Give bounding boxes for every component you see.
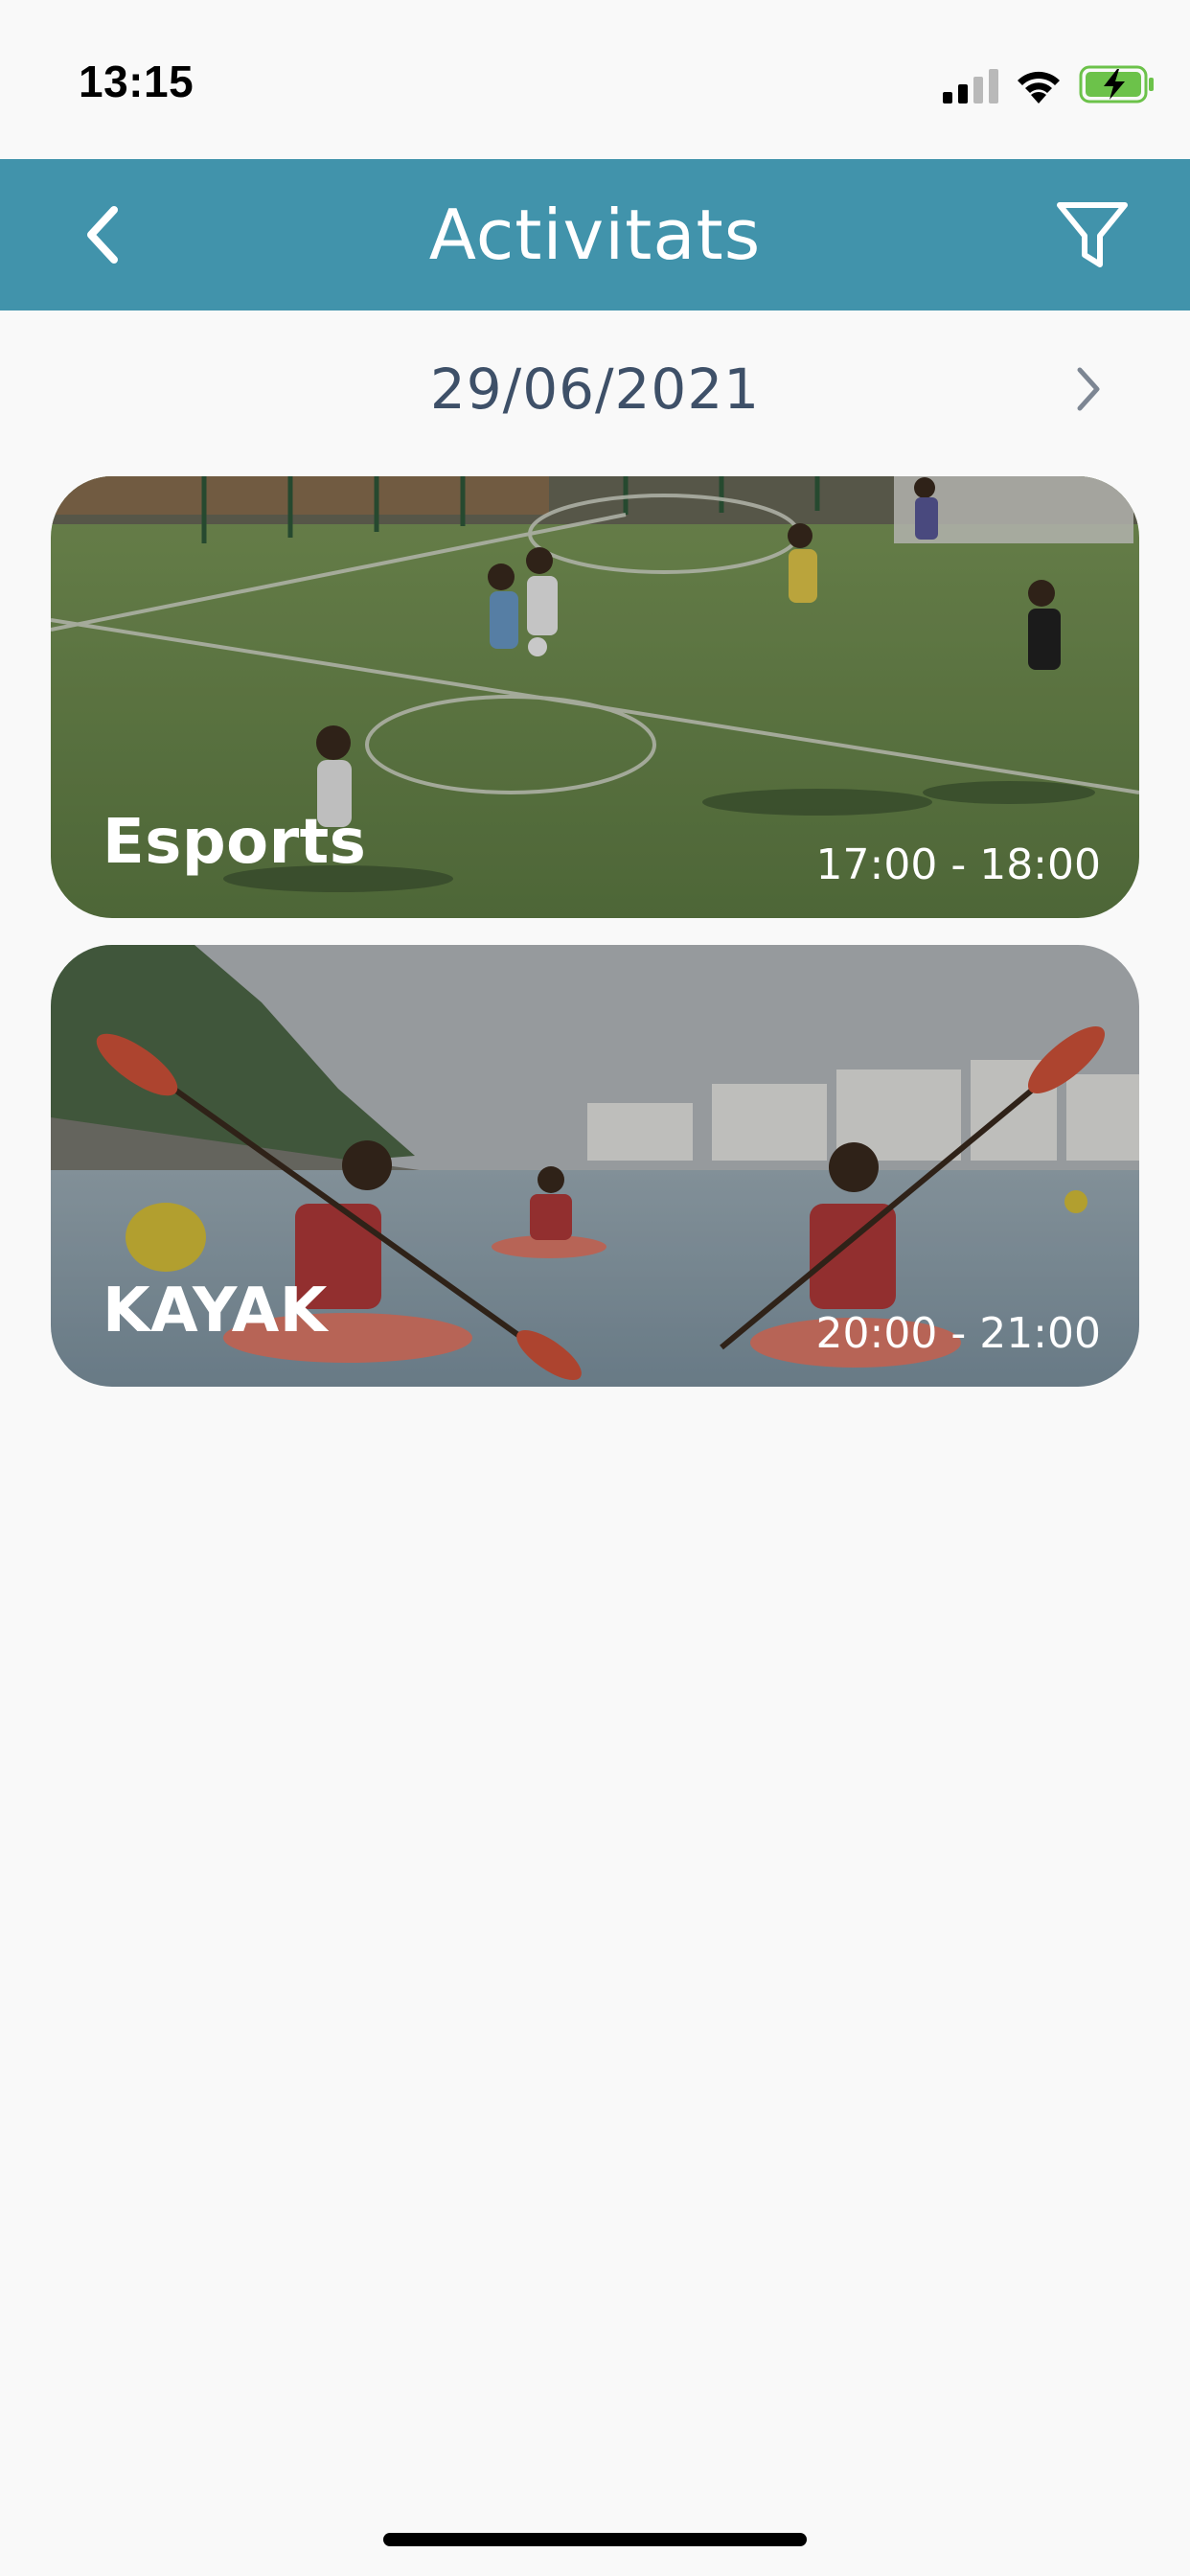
- signal-icon: [943, 69, 998, 104]
- filter-button[interactable]: [1046, 190, 1138, 282]
- back-button[interactable]: [61, 194, 144, 276]
- home-indicator[interactable]: [383, 2533, 807, 2546]
- filter-icon: [1057, 202, 1128, 267]
- activity-card-kayak[interactable]: KAYAK 20:00 - 21:00: [51, 945, 1139, 1387]
- page-title: Activitats: [428, 195, 762, 275]
- activity-card-esports[interactable]: Esports 17:00 - 18:00: [51, 476, 1139, 918]
- status-time: 13:15: [79, 57, 195, 106]
- activity-name: KAYAK: [103, 1276, 328, 1346]
- next-date-button[interactable]: [1058, 358, 1119, 420]
- activity-time: 17:00 - 18:00: [815, 840, 1101, 889]
- wifi-icon: [1018, 71, 1060, 104]
- app-header: Activitats: [0, 159, 1190, 310]
- chevron-right-icon: [1077, 367, 1100, 411]
- status-bar: 13:15: [0, 0, 1190, 159]
- activity-name: Esports: [103, 807, 367, 878]
- activity-time: 20:00 - 21:00: [815, 1309, 1101, 1358]
- date-navigator: 29/06/2021: [0, 345, 1190, 433]
- current-date: 29/06/2021: [429, 356, 761, 422]
- battery-charging-icon: [1079, 65, 1154, 104]
- chevron-left-icon: [87, 206, 118, 264]
